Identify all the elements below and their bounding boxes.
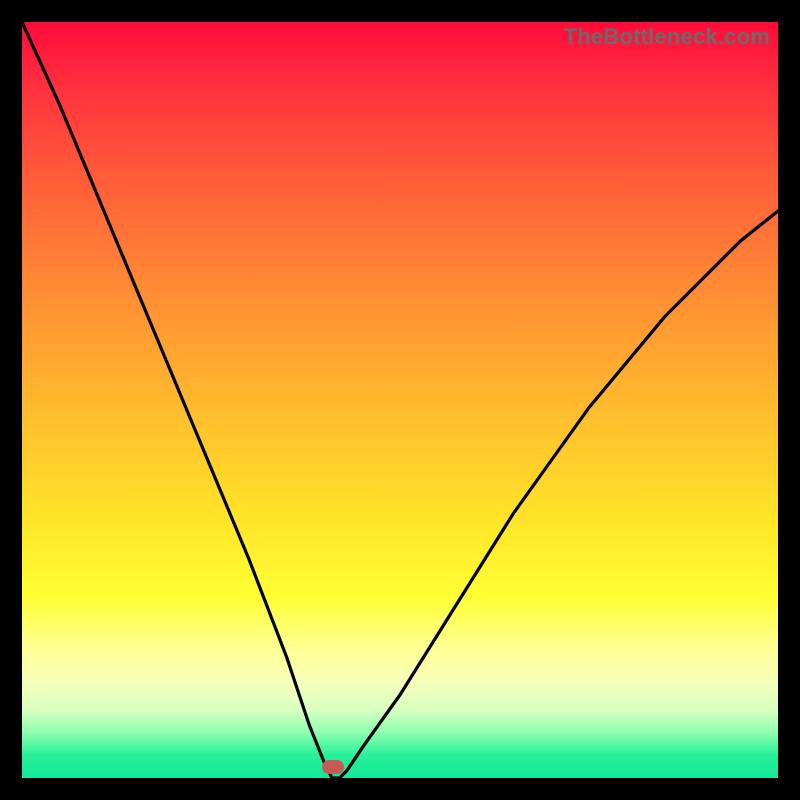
- optimal-marker: [322, 760, 344, 774]
- curve-path: [22, 22, 778, 778]
- bottleneck-curve: [22, 22, 778, 778]
- outer-frame: TheBottleneck.com: [0, 0, 800, 800]
- chart-area: TheBottleneck.com: [22, 22, 778, 778]
